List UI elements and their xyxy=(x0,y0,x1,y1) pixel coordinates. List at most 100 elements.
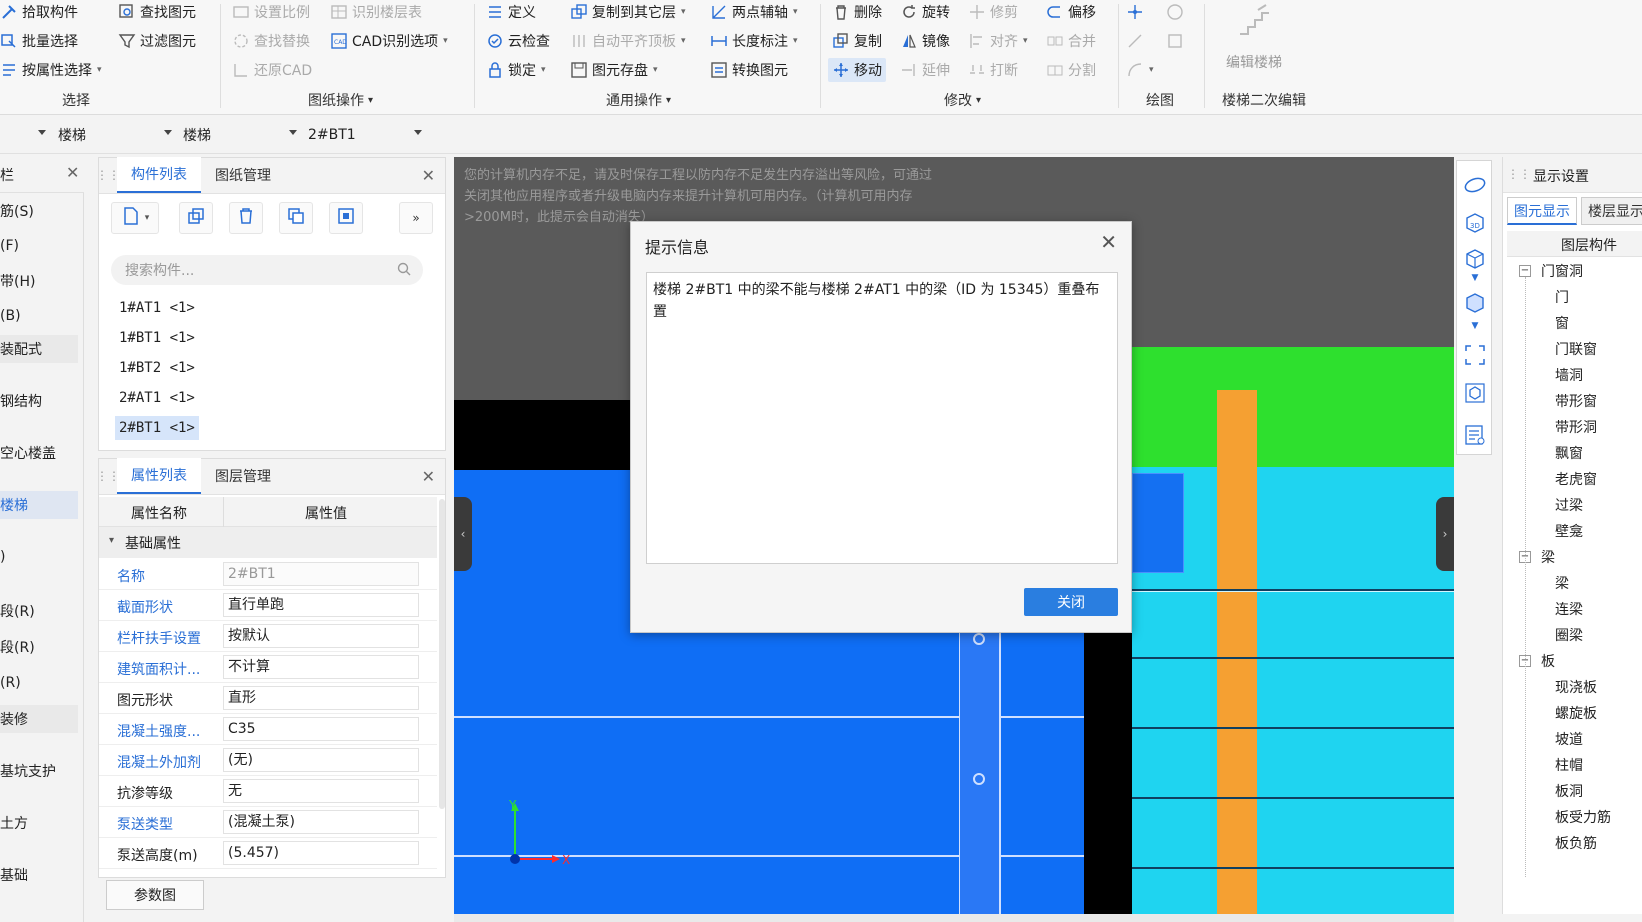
tab-element-display[interactable]: 图元显示 xyxy=(1507,197,1577,225)
tree-item[interactable]: 门窗洞 xyxy=(1541,261,1583,281)
fit-view-button[interactable] xyxy=(1463,343,1487,367)
tab-layer-manage[interactable]: 图层管理 xyxy=(201,458,285,494)
tree-item[interactable]: 窗 xyxy=(1555,313,1569,333)
tree-item[interactable]: 过梁 xyxy=(1555,495,1583,515)
nav-item[interactable]: 装配式 xyxy=(0,335,78,363)
component-subtype-combo[interactable]: 楼梯 xyxy=(183,122,301,148)
cad-recognize-options-button[interactable]: CAD CAD识别选项 ▾ xyxy=(330,29,448,53)
define-button[interactable]: 定义 xyxy=(486,0,536,24)
nav-item[interactable]: ) xyxy=(0,543,78,571)
tree-item[interactable]: 板受力筋 xyxy=(1555,807,1611,827)
pick-component-button[interactable]: 拾取构件 xyxy=(0,0,78,24)
tree-item[interactable]: 门 xyxy=(1555,287,1569,307)
tree-item[interactable]: 老虎窗 xyxy=(1555,469,1597,489)
component-list-item[interactable]: 2#AT1 <1> xyxy=(115,386,199,410)
search-input[interactable]: 搜索构件... xyxy=(111,255,423,285)
rotate-button[interactable]: 旋转 xyxy=(900,0,950,24)
tree-item[interactable]: 现浇板 xyxy=(1555,677,1597,697)
orbit-view-button[interactable] xyxy=(1463,173,1487,197)
display-settings-button[interactable] xyxy=(1463,423,1487,447)
close-icon[interactable]: ✕ xyxy=(422,467,435,486)
more-button[interactable]: » xyxy=(399,202,433,234)
delete-component-button[interactable] xyxy=(229,202,263,234)
property-value-field[interactable]: 直形 xyxy=(223,686,419,710)
group-label-drawing[interactable]: 图纸操作 ▾ xyxy=(308,90,373,110)
merge-button[interactable]: 合并 xyxy=(1046,29,1096,53)
nav-item[interactable]: 空心楼盖 xyxy=(0,439,78,467)
property-brush-button[interactable] xyxy=(329,202,363,234)
nav-item[interactable]: 带(H) xyxy=(0,267,78,295)
lock-button[interactable]: 锁定 ▾ xyxy=(486,58,546,82)
tree-item[interactable]: 飘窗 xyxy=(1555,443,1583,463)
tree-item[interactable]: 带形洞 xyxy=(1555,417,1597,437)
mirror-button[interactable]: 镜像 xyxy=(900,29,950,53)
two-point-axis-button[interactable]: 两点辅轴 ▾ xyxy=(710,0,798,24)
tree-item[interactable]: 板洞 xyxy=(1555,781,1583,801)
find-element-button[interactable]: 查找图元 xyxy=(118,0,196,24)
extend-button[interactable]: 延伸 xyxy=(900,58,950,82)
close-icon[interactable]: ✕ xyxy=(422,166,435,185)
close-icon[interactable]: ✕ xyxy=(1100,230,1117,254)
grip-icon[interactable]: ⋮⋮ xyxy=(1507,167,1531,181)
chevron-down-icon[interactable]: ▼ xyxy=(1463,321,1487,345)
3d-view-button[interactable]: 3D xyxy=(1463,211,1487,235)
component-list-item[interactable]: 1#BT2 <1> xyxy=(115,356,199,380)
tab-property-list[interactable]: 属性列表 xyxy=(117,458,201,494)
new-component-button[interactable]: ▾ xyxy=(111,202,159,234)
nav-item[interactable]: 筋(S) xyxy=(0,197,78,225)
tree-item[interactable]: 梁 xyxy=(1541,547,1555,567)
group-label-modify[interactable]: 修改 ▾ xyxy=(944,90,981,110)
copy-component-button[interactable] xyxy=(179,202,213,234)
tree-item[interactable]: 柱帽 xyxy=(1555,755,1583,775)
component-list-item[interactable]: 1#BT1 <1> xyxy=(115,326,199,350)
tree-item[interactable]: 壁龛 xyxy=(1555,521,1583,541)
component-name-combo[interactable]: 2#BT1 xyxy=(308,122,426,148)
copy-button[interactable]: 复制 xyxy=(832,29,882,53)
nav-item[interactable]: (R) xyxy=(0,669,78,697)
param-diagram-button[interactable]: 参数图 xyxy=(106,880,204,910)
tree-item[interactable]: 板 xyxy=(1541,651,1555,671)
property-value-field[interactable]: (5.457) xyxy=(223,841,419,865)
box-view-button[interactable] xyxy=(1463,381,1487,405)
group-label-common[interactable]: 通用操作 ▾ xyxy=(606,90,671,110)
tree-item[interactable]: 螺旋板 xyxy=(1555,703,1597,723)
element-save-button[interactable]: 图元存盘 ▾ xyxy=(570,58,658,82)
length-dimension-button[interactable]: 长度标注 ▾ xyxy=(710,29,798,53)
top-view-button[interactable] xyxy=(1463,247,1487,271)
tree-item[interactable]: 圈梁 xyxy=(1555,625,1583,645)
display-mode-button[interactable] xyxy=(1463,291,1487,315)
tree-item[interactable]: 梁 xyxy=(1555,573,1569,593)
convert-element-button[interactable]: 转换图元 xyxy=(710,58,788,82)
split-button[interactable]: 分割 xyxy=(1046,58,1096,82)
draw-point-button[interactable] xyxy=(1126,0,1144,24)
auto-flush-top-slab-button[interactable]: 自动平齐顶板 ▾ xyxy=(570,29,686,53)
draw-arc-button[interactable] xyxy=(1166,0,1184,24)
copy-to-other-floor-button[interactable]: 复制到其它层 ▾ xyxy=(570,0,686,24)
cloud-check-button[interactable]: 云检查 xyxy=(486,29,550,53)
draw-line-button[interactable] xyxy=(1126,29,1144,53)
combo-hidden[interactable] xyxy=(0,122,50,148)
property-value-field[interactable]: (混凝土泵) xyxy=(223,810,419,834)
delete-button[interactable]: 删除 xyxy=(832,0,882,24)
align-button[interactable]: 对齐 ▾ xyxy=(968,29,1028,53)
batch-select-button[interactable]: 批量选择 xyxy=(0,29,78,53)
property-value-field[interactable]: 不计算 xyxy=(223,655,419,679)
nav-item[interactable]: 楼梯 xyxy=(0,491,78,519)
tab-floor-display[interactable]: 楼层显示 xyxy=(1581,197,1642,225)
collapse-right-handle[interactable]: › xyxy=(1436,497,1454,571)
filter-element-button[interactable]: 过滤图元 xyxy=(118,29,196,53)
property-value-field[interactable]: 直行单跑 xyxy=(223,593,419,617)
offset-button[interactable]: 偏移 xyxy=(1046,0,1096,24)
nav-item[interactable]: 土方 xyxy=(0,809,78,837)
nav-item[interactable]: 段(R) xyxy=(0,633,78,661)
grip-icon[interactable]: ⋮⋮ xyxy=(96,458,120,494)
close-button[interactable]: 关闭 xyxy=(1024,588,1118,616)
property-value-field[interactable]: 2#BT1 xyxy=(223,562,419,586)
tree-item[interactable]: 坡道 xyxy=(1555,729,1583,749)
nav-item[interactable]: 基坑支护 xyxy=(0,757,78,785)
find-replace-button[interactable]: 查找替换 xyxy=(232,29,310,53)
property-section[interactable]: ▾ 基础属性 xyxy=(99,527,437,558)
trim-button[interactable]: 修剪 xyxy=(968,0,1018,24)
close-icon[interactable]: ✕ xyxy=(66,163,79,182)
set-ratio-button[interactable]: 设置比例 xyxy=(232,0,310,24)
